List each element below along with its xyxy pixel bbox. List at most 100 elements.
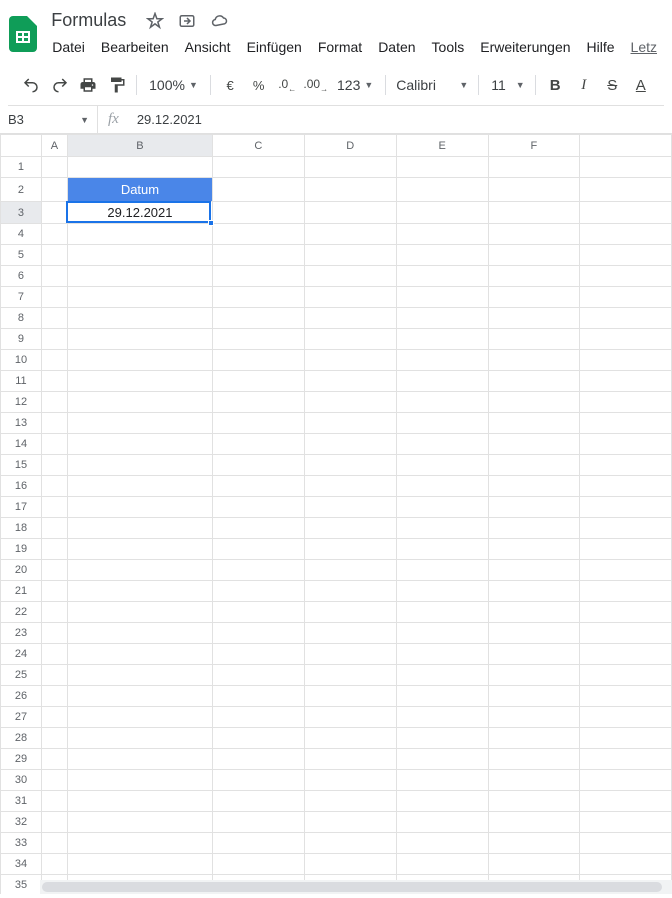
row-header-13[interactable]: 13 [1, 413, 42, 434]
cell-D34[interactable] [304, 854, 396, 875]
cell-C19[interactable] [212, 539, 304, 560]
row-header-26[interactable]: 26 [1, 686, 42, 707]
cell-F20[interactable] [488, 560, 580, 581]
column-header-end[interactable] [580, 135, 672, 157]
cell-A8[interactable] [41, 308, 67, 329]
cell-F22[interactable] [488, 602, 580, 623]
cell-A32[interactable] [41, 812, 67, 833]
cell-C32[interactable] [212, 812, 304, 833]
cell-C14[interactable] [212, 434, 304, 455]
row-header-3[interactable]: 3 [1, 202, 42, 224]
cell-E4[interactable] [396, 224, 488, 245]
row-header-35[interactable]: 35 [1, 875, 42, 895]
cell-F21[interactable] [488, 581, 580, 602]
cell-D33[interactable] [304, 833, 396, 854]
cell-F7[interactable] [488, 287, 580, 308]
cell-F29[interactable] [488, 749, 580, 770]
cell-E13[interactable] [396, 413, 488, 434]
cell-A12[interactable] [41, 392, 67, 413]
cell-A27[interactable] [41, 707, 67, 728]
cell-C4[interactable] [212, 224, 304, 245]
cell-D16[interactable] [304, 476, 396, 497]
cell-E19[interactable] [396, 539, 488, 560]
cell-B4[interactable] [67, 224, 212, 245]
cell-D19[interactable] [304, 539, 396, 560]
cell-E10[interactable] [396, 350, 488, 371]
cell-D4[interactable] [304, 224, 396, 245]
cell-B3[interactable]: 29.12.2021 [67, 202, 212, 224]
row-header-24[interactable]: 24 [1, 644, 42, 665]
row-header-15[interactable]: 15 [1, 455, 42, 476]
cell-A25[interactable] [41, 665, 67, 686]
cell-4[interactable] [580, 224, 672, 245]
row-header-23[interactable]: 23 [1, 623, 42, 644]
undo-button[interactable] [18, 71, 45, 99]
row-header-21[interactable]: 21 [1, 581, 42, 602]
row-header-6[interactable]: 6 [1, 266, 42, 287]
row-header-5[interactable]: 5 [1, 245, 42, 266]
cell-B27[interactable] [67, 707, 212, 728]
row-header-31[interactable]: 31 [1, 791, 42, 812]
cell-16[interactable] [580, 476, 672, 497]
cell-B9[interactable] [67, 329, 212, 350]
select-all-corner[interactable] [1, 135, 42, 157]
column-header-D[interactable]: D [304, 135, 396, 157]
row-header-20[interactable]: 20 [1, 560, 42, 581]
cell-C25[interactable] [212, 665, 304, 686]
cell-D29[interactable] [304, 749, 396, 770]
cell-E34[interactable] [396, 854, 488, 875]
row-header-14[interactable]: 14 [1, 434, 42, 455]
cell-B17[interactable] [67, 497, 212, 518]
cell-A29[interactable] [41, 749, 67, 770]
redo-button[interactable] [47, 71, 74, 99]
cell-D22[interactable] [304, 602, 396, 623]
row-header-25[interactable]: 25 [1, 665, 42, 686]
cell-C21[interactable] [212, 581, 304, 602]
cell-E21[interactable] [396, 581, 488, 602]
cell-A10[interactable] [41, 350, 67, 371]
cell-B25[interactable] [67, 665, 212, 686]
cell-E14[interactable] [396, 434, 488, 455]
cell-E2[interactable] [396, 178, 488, 202]
cell-D1[interactable] [304, 157, 396, 178]
cell-A26[interactable] [41, 686, 67, 707]
cell-C9[interactable] [212, 329, 304, 350]
cell-A11[interactable] [41, 371, 67, 392]
cell-B20[interactable] [67, 560, 212, 581]
row-header-1[interactable]: 1 [1, 157, 42, 178]
cell-D26[interactable] [304, 686, 396, 707]
cell-B34[interactable] [67, 854, 212, 875]
cell-F24[interactable] [488, 644, 580, 665]
cell-C16[interactable] [212, 476, 304, 497]
cell-B15[interactable] [67, 455, 212, 476]
cell-21[interactable] [580, 581, 672, 602]
cell-F11[interactable] [488, 371, 580, 392]
cell-D11[interactable] [304, 371, 396, 392]
fill-handle[interactable] [208, 220, 214, 226]
row-header-9[interactable]: 9 [1, 329, 42, 350]
cell-14[interactable] [580, 434, 672, 455]
row-header-7[interactable]: 7 [1, 287, 42, 308]
cell-C13[interactable] [212, 413, 304, 434]
cell-C33[interactable] [212, 833, 304, 854]
row-header-12[interactable]: 12 [1, 392, 42, 413]
cell-E31[interactable] [396, 791, 488, 812]
cell-34[interactable] [580, 854, 672, 875]
italic-button[interactable]: I [570, 71, 597, 99]
cell-F10[interactable] [488, 350, 580, 371]
cell-A24[interactable] [41, 644, 67, 665]
cell-A15[interactable] [41, 455, 67, 476]
cell-D7[interactable] [304, 287, 396, 308]
cell-F8[interactable] [488, 308, 580, 329]
cell-B7[interactable] [67, 287, 212, 308]
cell-B1[interactable] [67, 157, 212, 178]
cell-F34[interactable] [488, 854, 580, 875]
cell-F4[interactable] [488, 224, 580, 245]
cell-30[interactable] [580, 770, 672, 791]
cell-B29[interactable] [67, 749, 212, 770]
cell-13[interactable] [580, 413, 672, 434]
cell-B24[interactable] [67, 644, 212, 665]
cell-A17[interactable] [41, 497, 67, 518]
percent-button[interactable]: % [245, 71, 272, 99]
paint-format-button[interactable] [104, 71, 131, 99]
